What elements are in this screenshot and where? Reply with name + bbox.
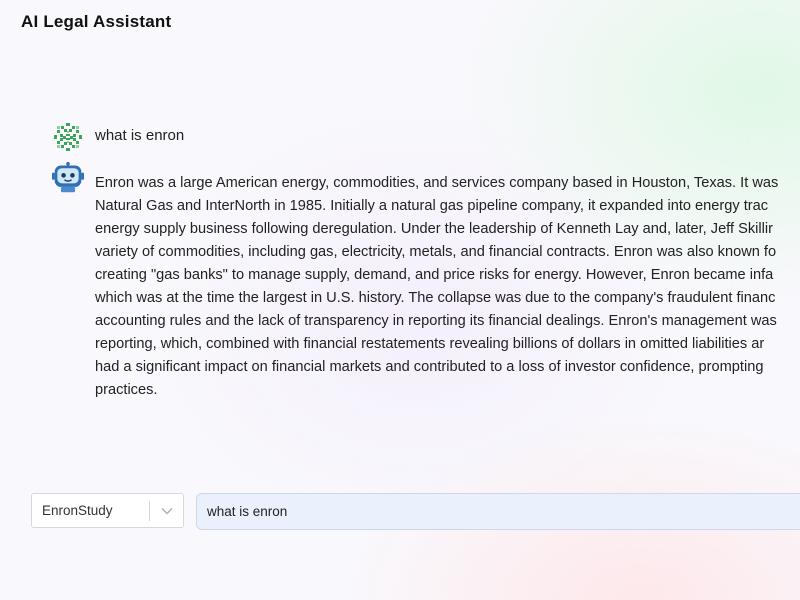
assistant-message-text: Enron was a large American energy, commo…: [95, 172, 800, 402]
user-message-text: what is enron: [95, 127, 185, 144]
assistant-message-line: variety of commodities, including gas, e…: [95, 244, 777, 260]
robot-avatar-icon: [52, 162, 84, 194]
assistant-message-line: Enron was a large American energy, commo…: [95, 175, 779, 191]
assistant-message-line: had a significant impact on financial ma…: [95, 359, 764, 375]
assistant-message-line: creating "gas banks" to manage supply, d…: [95, 267, 774, 283]
assistant-message-line: energy supply business following deregul…: [95, 221, 773, 237]
assistant-message: Enron was a large American energy, commo…: [52, 162, 800, 402]
query-input[interactable]: [196, 493, 800, 530]
dataset-select[interactable]: EnronStudy: [31, 493, 184, 528]
chat-input-bar: EnronStudy: [31, 493, 800, 530]
assistant-message-line: reporting, which, combined with financia…: [95, 336, 765, 352]
green-pattern-avatar-icon: [52, 121, 84, 153]
assistant-message-line: practices.: [95, 382, 158, 398]
assistant-message-line: Natural Gas and InterNorth in 1985. Init…: [95, 198, 769, 214]
assistant-message-line: accounting rules and the lack of transpa…: [95, 313, 777, 329]
chevron-down-icon[interactable]: [150, 507, 183, 515]
dataset-select-value: EnronStudy: [42, 503, 113, 518]
assistant-message-line: which was at the time the largest in U.S…: [95, 290, 776, 306]
page-title: AI Legal Assistant: [21, 12, 172, 31]
user-message: what is enron: [52, 121, 800, 153]
